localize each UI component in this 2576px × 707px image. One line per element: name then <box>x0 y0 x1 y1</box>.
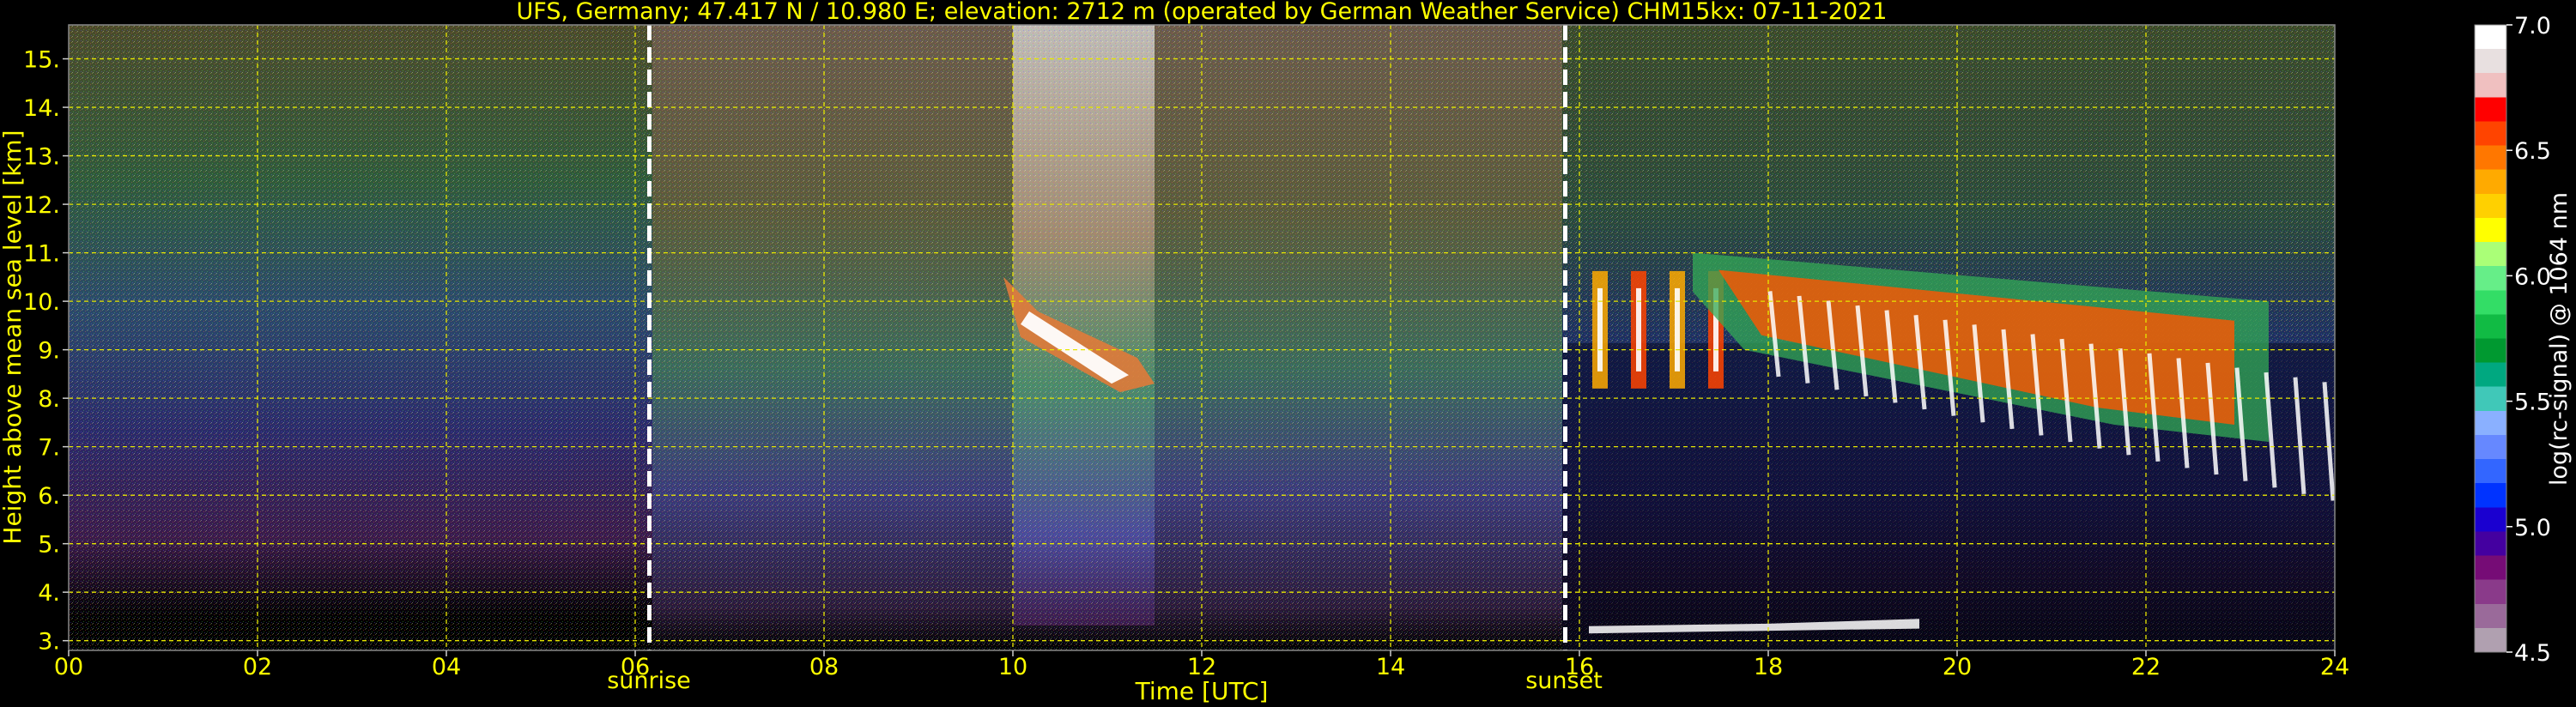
x-tick-label: 08 <box>809 654 839 680</box>
colorbar-tick-label: 6.5 <box>2514 138 2551 165</box>
y-tick-label: 4. <box>38 580 60 607</box>
x-tick-label: 18 <box>1754 654 1783 680</box>
colorbar-tick-label: 7.0 <box>2514 13 2551 39</box>
x-tick-label: 04 <box>432 654 461 680</box>
cloud-streak-core <box>1636 287 1641 372</box>
colorbar-gradient <box>2475 25 2506 652</box>
y-axis-ticks: 3. 4. 5. 6. 7. 8. 9. 10. 11. 12. 13. 14. 15. <box>23 47 69 656</box>
x-tick-label: 22 <box>2131 654 2161 680</box>
y-tick-label: 7. <box>38 435 60 462</box>
y-tick-label: 3. <box>38 629 60 656</box>
cloud-streak-core <box>1675 287 1680 372</box>
x-axis-label: Time [UTC] <box>1135 677 1269 705</box>
lidar-chart: UFS, Germany; 47.417 N / 10.980 E; eleva… <box>0 0 2573 705</box>
y-tick-label: 5. <box>38 532 60 559</box>
x-tick-label: 14 <box>1376 654 1405 680</box>
colorbar-tick-label: 5.0 <box>2514 515 2551 541</box>
chart-title: UFS, Germany; 47.417 N / 10.980 E; eleva… <box>517 0 1888 25</box>
plot-area <box>69 25 2450 650</box>
colorbar: 4.55.05.56.06.57.0 log(rc-signal) @ 1064… <box>2474 13 2573 667</box>
y-tick-label: 12. <box>23 192 60 219</box>
colorbar-ticks: 4.55.05.56.06.57.0 <box>2506 13 2551 667</box>
colorbar-label: log(rc-signal) @ 1064 nm <box>2546 192 2573 486</box>
y-tick-label: 15. <box>23 47 60 74</box>
colorbar-tick-label: 4.5 <box>2514 640 2551 667</box>
x-tick-label: 24 <box>2320 654 2349 680</box>
y-tick-label: 14. <box>23 95 60 122</box>
x-tick-label: 00 <box>54 654 83 680</box>
y-tick-label: 8. <box>38 386 60 413</box>
x-tick-label: 20 <box>1943 654 1972 680</box>
y-tick-label: 6. <box>38 483 60 510</box>
cloud-fallstreak <box>2354 387 2362 507</box>
y-tick-label: 10. <box>23 289 60 316</box>
cloud-fallstreak <box>2383 391 2391 513</box>
y-tick-label: 13. <box>23 144 60 171</box>
y-tick-label: 11. <box>23 241 60 268</box>
y-axis-label: Height above mean sea level [km] <box>0 130 27 544</box>
x-axis-ticks: 00 02 04 06 08 10 12 14 16 18 20 22 24 <box>54 650 2349 680</box>
y-tick-label: 9. <box>38 338 60 365</box>
cloud-streak-core <box>1597 287 1603 372</box>
sunrise-label: sunrise <box>607 668 691 694</box>
cloud-fallstreak <box>2412 396 2421 520</box>
x-tick-label: 02 <box>243 654 272 680</box>
sunset-label: sunset <box>1525 668 1603 694</box>
cloud-fallstreak <box>2441 402 2450 527</box>
x-tick-label: 10 <box>998 654 1027 680</box>
